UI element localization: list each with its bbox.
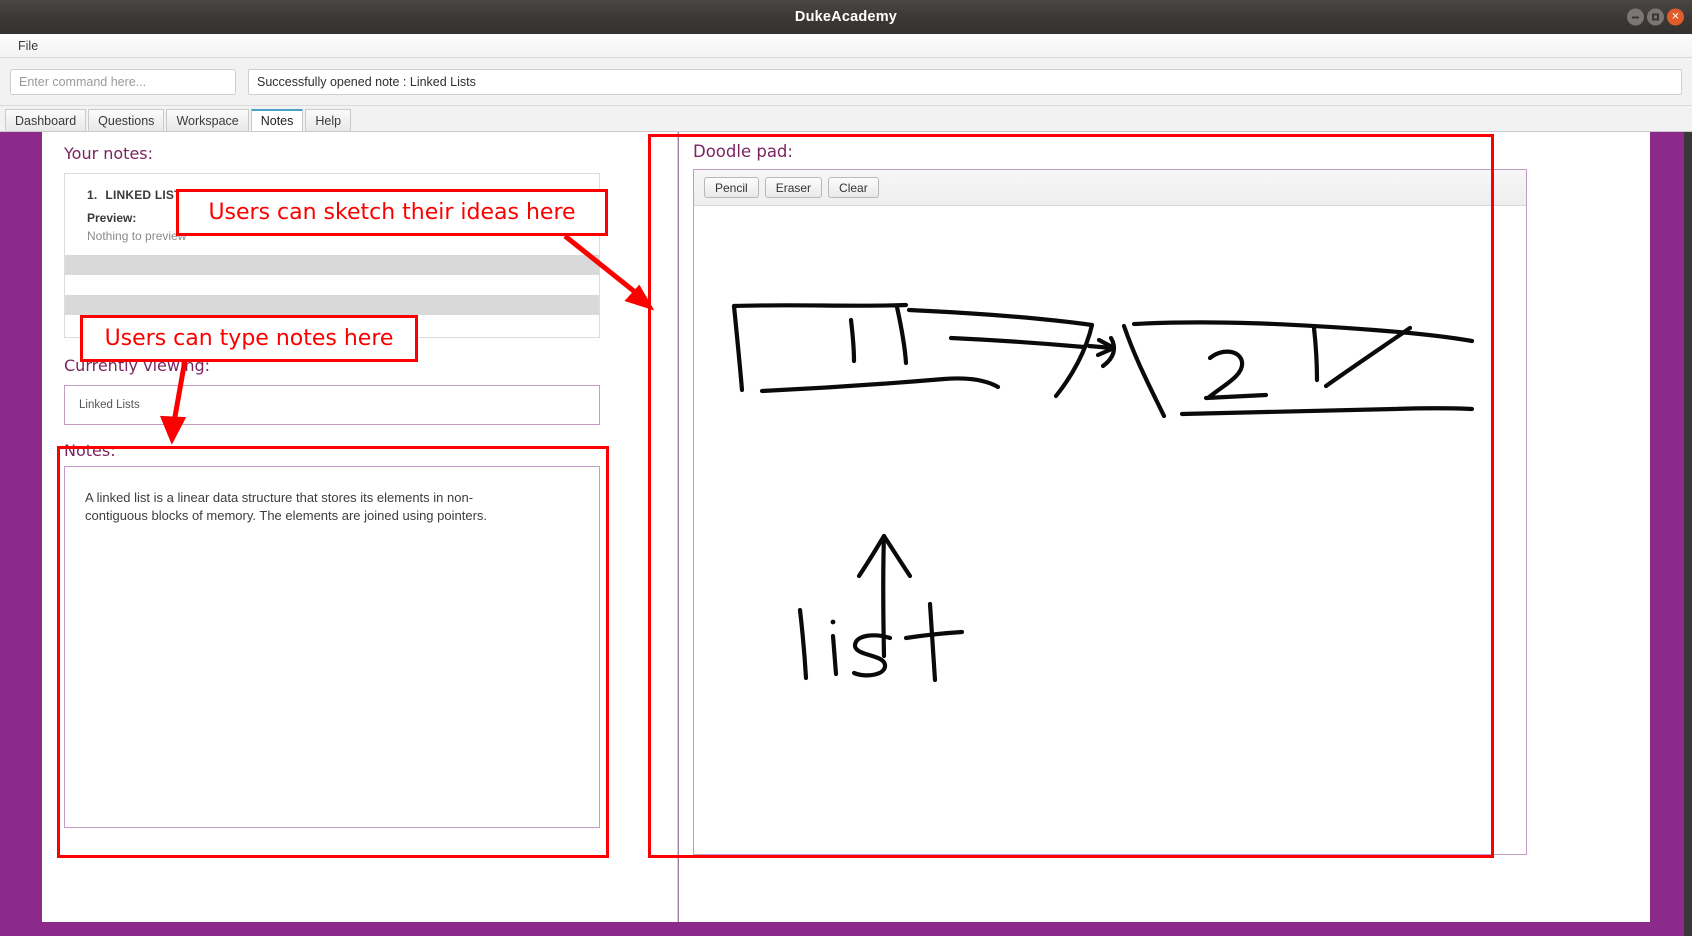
maximize-icon[interactable] xyxy=(1647,8,1664,26)
result-display: Successfully opened note : Linked Lists xyxy=(248,68,1682,95)
note-index: 1. xyxy=(87,188,98,202)
your-notes-heading: Your notes: xyxy=(64,144,154,163)
command-row: Enter command here... Successfully opene… xyxy=(0,58,1692,106)
list-stripe-row[interactable] xyxy=(65,255,599,275)
annotation-box-doodle-pad xyxy=(648,134,1494,858)
menu-item-file[interactable]: File xyxy=(10,37,46,55)
minimize-icon[interactable] xyxy=(1627,8,1644,26)
annotation-box-notes-section xyxy=(57,446,609,858)
tab-help[interactable]: Help xyxy=(305,109,352,131)
annotation-label-sketch: Users can sketch their ideas here xyxy=(176,189,608,236)
application-window: DukeAcademy ✕ File Enter command here...… xyxy=(0,0,1692,936)
list-stripe-row[interactable] xyxy=(65,295,599,315)
tab-notes[interactable]: Notes xyxy=(250,109,304,131)
list-stripe-row[interactable] xyxy=(65,275,599,295)
close-icon[interactable]: ✕ xyxy=(1667,8,1684,26)
tab-dashboard[interactable]: Dashboard xyxy=(5,109,87,131)
right-edge-strip xyxy=(1684,132,1692,936)
title-bar: DukeAcademy ✕ xyxy=(0,0,1692,34)
window-title: DukeAcademy xyxy=(794,9,898,25)
command-input[interactable]: Enter command here... xyxy=(10,68,236,95)
tab-questions[interactable]: Questions xyxy=(88,109,165,131)
window-controls: ✕ xyxy=(1627,8,1684,26)
annotation-label-type: Users can type notes here xyxy=(80,315,418,362)
menu-bar: File xyxy=(0,34,1692,58)
currently-viewing-value: Linked Lists xyxy=(64,385,600,425)
tab-bar: Dashboard Questions Workspace Notes Help xyxy=(0,106,1692,132)
tab-workspace[interactable]: Workspace xyxy=(166,109,249,131)
